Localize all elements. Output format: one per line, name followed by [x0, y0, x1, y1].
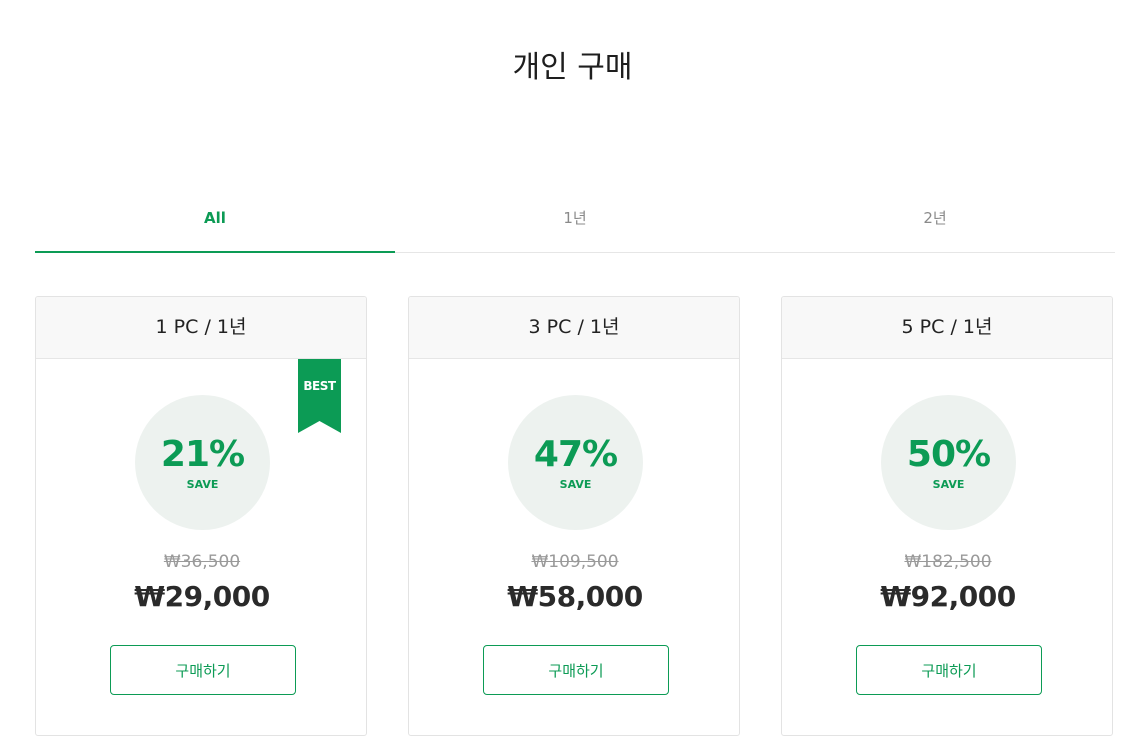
- card-title: 1 PC / 1년: [36, 297, 366, 359]
- buy-button[interactable]: 구매하기: [110, 645, 296, 695]
- save-percent: 21%: [160, 434, 245, 475]
- sale-price: ₩58,000: [507, 580, 643, 613]
- save-percent: 47%: [533, 434, 618, 475]
- pricing-cards: 1 PC / 1년 BEST 21% SAVE ₩36,500 ₩29,000 …: [35, 296, 1115, 736]
- save-label: SAVE: [559, 478, 592, 491]
- sale-price: ₩92,000: [880, 580, 1016, 613]
- ribbon-icon: [298, 359, 341, 433]
- buy-button[interactable]: 구매하기: [856, 645, 1042, 695]
- period-tabs: All 1년 2년: [35, 192, 1115, 253]
- save-circle: 50% SAVE: [881, 395, 1016, 530]
- page-title: 개인 구매: [512, 50, 633, 85]
- tab-1-year[interactable]: 1년: [395, 192, 755, 252]
- sale-price: ₩29,000: [134, 580, 270, 613]
- save-circle: 21% SAVE: [135, 395, 270, 530]
- save-percent: 50%: [906, 434, 991, 475]
- card-title: 3 PC / 1년: [409, 297, 739, 359]
- original-price: ₩36,500: [163, 552, 241, 572]
- best-ribbon: BEST: [298, 359, 341, 433]
- card-title: 5 PC / 1년: [782, 297, 1112, 359]
- save-label: SAVE: [186, 478, 219, 491]
- original-price: ₩182,500: [904, 552, 992, 572]
- pricing-card-1pc: 1 PC / 1년 BEST 21% SAVE ₩36,500 ₩29,000 …: [35, 296, 367, 736]
- save-circle: 47% SAVE: [508, 395, 643, 530]
- save-label: SAVE: [932, 478, 965, 491]
- pricing-card-3pc: 3 PC / 1년 47% SAVE ₩109,500 ₩58,000 구매하기: [408, 296, 740, 736]
- buy-button[interactable]: 구매하기: [483, 645, 669, 695]
- tab-2-year[interactable]: 2년: [755, 192, 1115, 252]
- pricing-card-5pc: 5 PC / 1년 50% SAVE ₩182,500 ₩92,000 구매하기: [781, 296, 1113, 736]
- tab-all[interactable]: All: [35, 192, 395, 253]
- original-price: ₩109,500: [531, 552, 619, 572]
- best-badge: BEST: [303, 379, 336, 393]
